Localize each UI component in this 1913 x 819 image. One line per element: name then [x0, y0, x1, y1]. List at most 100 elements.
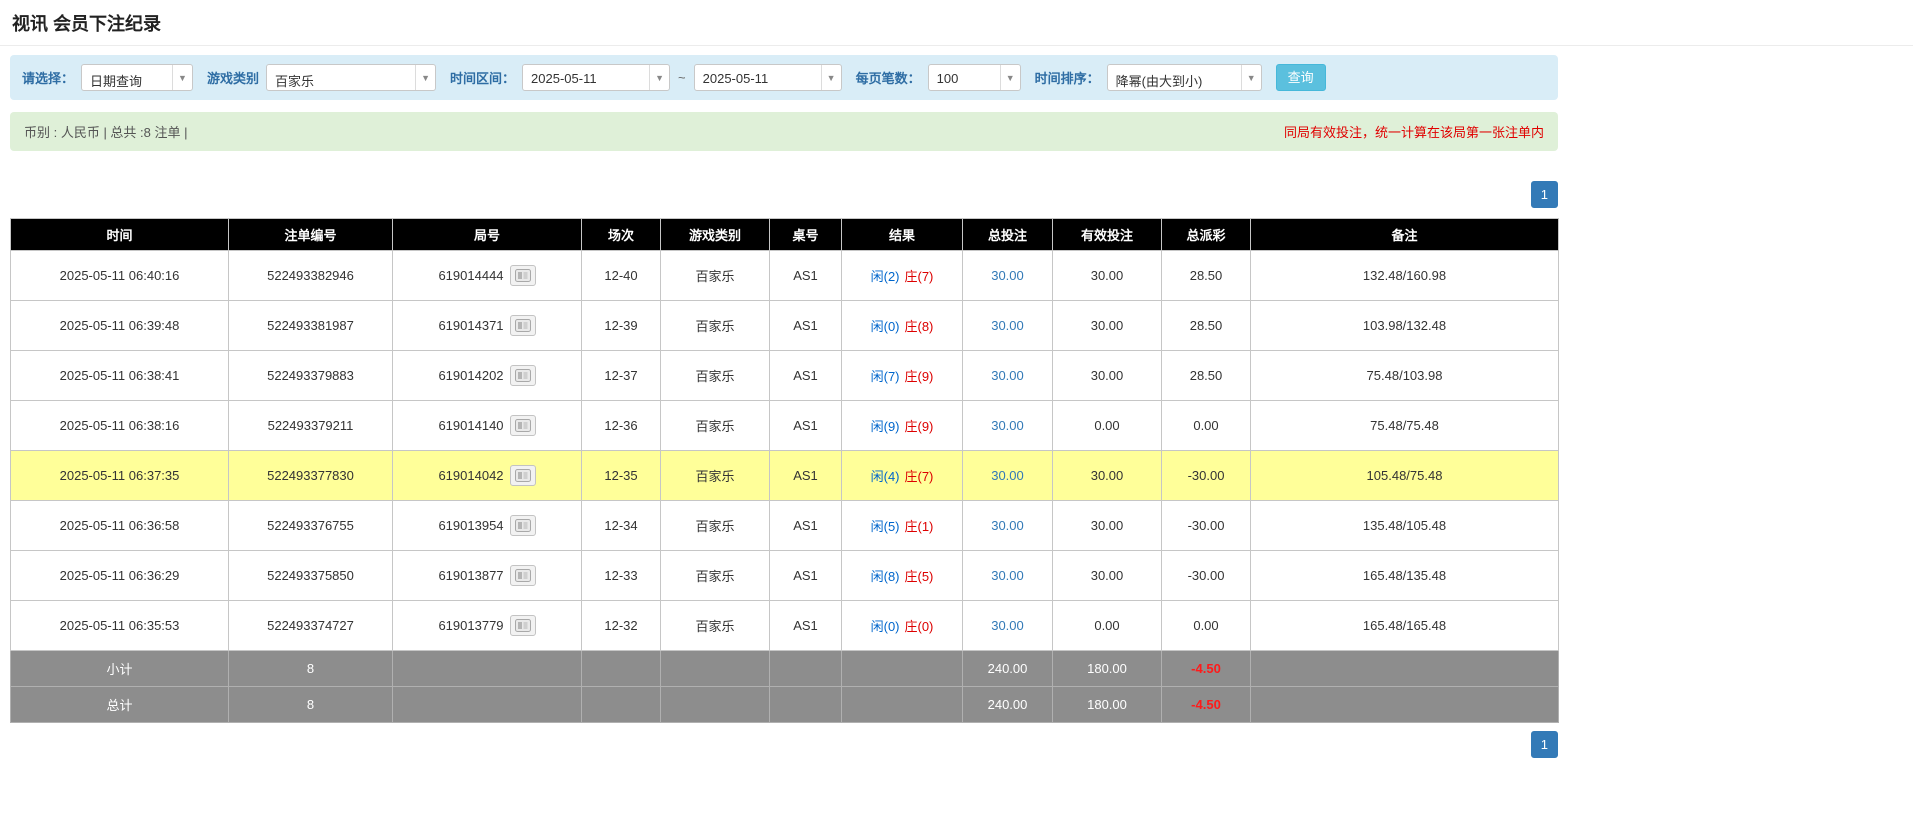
round-id-cell: 619014371 [393, 301, 582, 351]
player-result: 闲(0) [871, 319, 900, 334]
grand-total-label: 总计 [11, 687, 229, 723]
page-size-dropdown[interactable]: 100 ▼ [928, 64, 1021, 91]
query-type-dropdown[interactable]: 日期查询 ▼ [81, 64, 193, 91]
round-id-cell: 619014444 [393, 251, 582, 301]
search-button[interactable]: 查询 [1276, 64, 1326, 91]
payout-cell: 28.50 [1162, 251, 1251, 301]
session-cell: 12-37 [582, 351, 661, 401]
replay-icon[interactable] [510, 265, 536, 286]
note-cell: 132.48/160.98 [1251, 251, 1559, 301]
player-result: 闲(4) [871, 469, 900, 484]
sort-group: 时间排序： 降幂(由大到小) ▼ [1035, 64, 1262, 91]
sort-dropdown[interactable]: 降幂(由大到小) ▼ [1107, 64, 1262, 91]
date-from-dropdown[interactable]: 2025-05-11 ▼ [522, 64, 670, 91]
total-bet-cell: 30.00 [963, 501, 1053, 551]
note-cell: 105.48/75.48 [1251, 451, 1559, 501]
time-cell: 2025-05-11 06:38:41 [11, 351, 229, 401]
subtotal-count: 8 [229, 651, 393, 687]
note-cell: 75.48/75.48 [1251, 401, 1559, 451]
replay-icon[interactable] [510, 315, 536, 336]
round-id-cell: 619014140 [393, 401, 582, 451]
game-type-cell: 百家乐 [661, 251, 770, 301]
total-bet-cell: 30.00 [963, 401, 1053, 451]
note-cell: 75.48/103.98 [1251, 351, 1559, 401]
col-header-table-no: 桌号 [770, 219, 842, 251]
page-header: 视讯 会员下注纪录 [0, 0, 1913, 46]
subtotal-row: 小计 8 240.00 180.00 -4.50 [11, 651, 1559, 687]
currency-summary-text: 币别 : 人民币 | 总共 :8 注单 | [24, 122, 188, 141]
replay-icon[interactable] [510, 515, 536, 536]
total-bet-link[interactable]: 30.00 [991, 618, 1024, 633]
page-button-1[interactable]: 1 [1531, 181, 1558, 208]
table-no-cell: AS1 [770, 301, 842, 351]
game-type-value: 百家乐 [267, 65, 415, 90]
total-bet-link[interactable]: 30.00 [991, 418, 1024, 433]
summary-bar: 币别 : 人民币 | 总共 :8 注单 | 同局有效投注，统一计算在该局第一张注… [10, 112, 1558, 151]
total-bet-link[interactable]: 30.00 [991, 468, 1024, 483]
total-bet-cell: 30.00 [963, 251, 1053, 301]
session-cell: 12-40 [582, 251, 661, 301]
subtotal-valid-bet: 180.00 [1053, 651, 1162, 687]
replay-icon[interactable] [510, 415, 536, 436]
banker-result: 庄(0) [905, 619, 934, 634]
col-header-round-id: 局号 [393, 219, 582, 251]
round-id-value: 619014202 [438, 368, 503, 383]
grand-total-count: 8 [229, 687, 393, 723]
content: 请选择： 日期查询 ▼ 游戏类别 百家乐 ▼ 时间区间： 2025-05-11 … [10, 55, 1558, 778]
bet-id-cell: 522493381987 [229, 301, 393, 351]
chevron-down-icon: ▼ [649, 65, 669, 90]
game-type-group: 游戏类别 百家乐 ▼ [207, 64, 436, 91]
payout-cell: -30.00 [1162, 501, 1251, 551]
game-type-cell: 百家乐 [661, 401, 770, 451]
total-bet-link[interactable]: 30.00 [991, 518, 1024, 533]
banker-result: 庄(7) [905, 269, 934, 284]
banker-result: 庄(7) [905, 469, 934, 484]
time-cell: 2025-05-11 06:38:16 [11, 401, 229, 451]
replay-icon[interactable] [510, 365, 536, 386]
replay-icon[interactable] [510, 465, 536, 486]
total-bet-link[interactable]: 30.00 [991, 568, 1024, 583]
pagination-bottom: 1 [10, 731, 1558, 778]
col-header-payout: 总派彩 [1162, 219, 1251, 251]
total-bet-link[interactable]: 30.00 [991, 318, 1024, 333]
note-cell: 165.48/135.48 [1251, 551, 1559, 601]
banker-result: 庄(9) [905, 419, 934, 434]
sort-label: 时间排序： [1035, 68, 1100, 87]
session-cell: 12-33 [582, 551, 661, 601]
replay-icon[interactable] [510, 615, 536, 636]
valid-bet-cell: 30.00 [1053, 351, 1162, 401]
round-id-value: 619014042 [438, 468, 503, 483]
payout-cell: -30.00 [1162, 451, 1251, 501]
table-row: 2025-05-11 06:36:58 522493376755 6190139… [11, 501, 1559, 551]
valid-bet-cell: 30.00 [1053, 451, 1162, 501]
grand-total-row: 总计 8 240.00 180.00 -4.50 [11, 687, 1559, 723]
total-bet-link[interactable]: 30.00 [991, 268, 1024, 283]
grand-total-payout: -4.50 [1162, 687, 1251, 723]
game-type-cell: 百家乐 [661, 501, 770, 551]
session-cell: 12-35 [582, 451, 661, 501]
table-row: 2025-05-11 06:39:48 522493381987 6190143… [11, 301, 1559, 351]
table-row: 2025-05-11 06:38:41 522493379883 6190142… [11, 351, 1559, 401]
payout-cell: 28.50 [1162, 301, 1251, 351]
note-cell: 165.48/165.48 [1251, 601, 1559, 651]
game-type-cell: 百家乐 [661, 301, 770, 351]
col-header-session: 场次 [582, 219, 661, 251]
subtotal-total-bet: 240.00 [963, 651, 1053, 687]
replay-icon[interactable] [510, 565, 536, 586]
table-row: 2025-05-11 06:35:53 522493374727 6190137… [11, 601, 1559, 651]
page-size-value: 100 [929, 65, 1000, 90]
page-button-1[interactable]: 1 [1531, 731, 1558, 758]
game-type-dropdown[interactable]: 百家乐 ▼ [266, 64, 436, 91]
round-id-cell: 619013877 [393, 551, 582, 601]
query-type-value: 日期查询 [82, 65, 172, 90]
game-type-cell: 百家乐 [661, 601, 770, 651]
date-to-dropdown[interactable]: 2025-05-11 ▼ [694, 64, 842, 91]
table-row: 2025-05-11 06:40:16 522493382946 6190144… [11, 251, 1559, 301]
game-type-cell: 百家乐 [661, 351, 770, 401]
round-id-value: 619013877 [438, 568, 503, 583]
table-no-cell: AS1 [770, 401, 842, 451]
banker-result: 庄(8) [905, 319, 934, 334]
time-cell: 2025-05-11 06:40:16 [11, 251, 229, 301]
table-row: 2025-05-11 06:36:29 522493375850 6190138… [11, 551, 1559, 601]
total-bet-link[interactable]: 30.00 [991, 368, 1024, 383]
